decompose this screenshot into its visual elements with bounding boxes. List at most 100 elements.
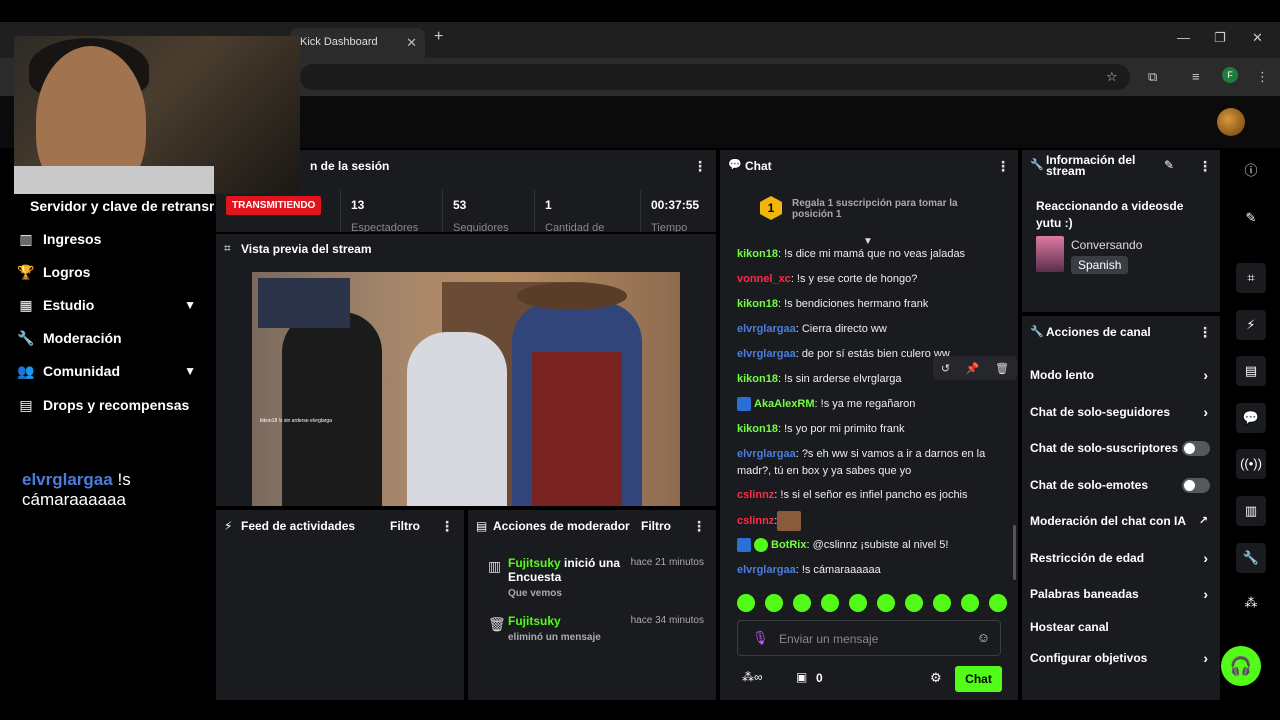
toggle-switch[interactable]: [1182, 441, 1210, 456]
wrench-icon[interactable]: 🔧: [1236, 543, 1266, 573]
category-name[interactable]: Conversando: [1071, 238, 1142, 252]
emote-icon[interactable]: [877, 594, 895, 612]
chat-username[interactable]: AkaAlexRM: [754, 398, 815, 410]
sidebar-item-logros[interactable]: 🏆 Logros: [16, 260, 202, 284]
chat-username[interactable]: BotRix: [771, 539, 806, 551]
mod-filter-button[interactable]: Filtro: [641, 519, 671, 533]
chat-message[interactable]: cslinnz: !s si el señor es infiel pancho…: [737, 487, 1007, 504]
emote-icon[interactable]: [989, 594, 1007, 612]
chat-icon[interactable]: 💬: [1236, 403, 1266, 433]
emote-icon[interactable]: [737, 594, 755, 612]
emoji-icon[interactable]: ☺: [977, 630, 990, 645]
emote-icon[interactable]: [821, 594, 839, 612]
mic-icon[interactable]: 🎙: [752, 630, 769, 646]
user-avatar[interactable]: [1217, 108, 1245, 136]
notes-icon[interactable]: ▤: [1236, 356, 1266, 386]
channel-action-item[interactable]: Chat de solo-suscriptores: [1030, 441, 1212, 461]
emote-icon[interactable]: [933, 594, 951, 612]
sidebar-item-comunidad[interactable]: 👥 Comunidad ▼: [16, 359, 202, 383]
toggle-switch[interactable]: [1182, 478, 1210, 493]
gear-icon[interactable]: ⚙: [930, 670, 942, 686]
kebab-menu-icon[interactable]: ⋮: [1198, 324, 1212, 341]
chat-input[interactable]: 🎙 Enviar un mensaje ☺: [737, 620, 1001, 656]
channel-action-item[interactable]: Hostear canal: [1030, 620, 1212, 640]
chat-username[interactable]: vonnel_xc: [737, 273, 791, 285]
sidebar-item-drops[interactable]: ▤ Drops y recompensas: [16, 393, 202, 417]
mod-user[interactable]: Fujitsuky: [508, 556, 561, 570]
chat-message[interactable]: kikon18: !s bendiciones hermano frank: [737, 296, 1007, 313]
chat-username[interactable]: elvrglargaa: [737, 448, 796, 460]
restore-icon[interactable]: ❐: [1214, 30, 1226, 46]
capture-icon[interactable]: ⌗: [1236, 263, 1266, 293]
media-icon[interactable]: ≡: [1192, 69, 1200, 84]
emote-icon[interactable]: [793, 594, 811, 612]
edit-icon[interactable]: ✎: [1236, 203, 1266, 233]
chat-message[interactable]: AkaAlexRM: !s ya me regañaron: [737, 396, 1007, 413]
chat-username[interactable]: kikon18: [737, 373, 778, 385]
kebab-menu-icon[interactable]: ⋮: [692, 518, 706, 535]
community-icon[interactable]: ⁂: [1236, 588, 1266, 618]
chat-message[interactable]: vonnel_xc: !s y ese corte de hongo?: [737, 271, 1007, 288]
emote-icon[interactable]: [849, 594, 867, 612]
sidebar-item-ingresos[interactable]: ▥ Ingresos: [16, 227, 202, 251]
broadcast-icon[interactable]: ((•)): [1236, 449, 1266, 479]
sidebar-section-title[interactable]: Servidor y clave de retransmisión: [30, 198, 214, 214]
store-icon[interactable]: ▣: [796, 670, 807, 684]
feed-filter-button[interactable]: Filtro: [390, 519, 420, 533]
channel-action-item[interactable]: Modo lento ›: [1030, 367, 1212, 388]
chat-message[interactable]: elvrglargaa: Cierra directo ww: [737, 321, 1007, 338]
chat-message[interactable]: elvrglargaa: ?s eh ww si vamos a ir a da…: [737, 446, 1007, 480]
minimize-icon[interactable]: —: [1177, 30, 1190, 45]
emote-icon[interactable]: [961, 594, 979, 612]
chat-username[interactable]: cslinnz: [737, 489, 774, 501]
kebab-menu-icon[interactable]: ⋮: [996, 158, 1010, 175]
chat-message[interactable]: cslinnz:: [737, 511, 1007, 531]
chat-username[interactable]: elvrglargaa: [737, 564, 796, 576]
chat-message[interactable]: elvrglargaa: !s cámaraaaaaa: [737, 562, 1007, 579]
points-icon[interactable]: ⁂∞: [742, 670, 763, 684]
sidebar-item-estudio[interactable]: ▦ Estudio ▼: [16, 293, 202, 317]
chat-message[interactable]: BotRix: @cslinnz ¡subiste al nivel 5!: [737, 537, 1007, 554]
kebab-menu-icon[interactable]: ⋮: [440, 518, 454, 535]
chat-message[interactable]: kikon18: !s yo por mi primito frank: [737, 421, 1007, 438]
emote-icon[interactable]: [765, 594, 783, 612]
close-tab-icon[interactable]: ✕: [406, 35, 417, 51]
extensions-icon[interactable]: ⧉: [1148, 69, 1157, 85]
pin-icon[interactable]: 📌: [966, 362, 980, 375]
bolt-icon[interactable]: ⚡: [1236, 310, 1266, 340]
sidebar-item-moderacion[interactable]: 🔧 Moderación: [16, 326, 202, 350]
chat-username[interactable]: kikon18: [737, 248, 778, 260]
url-input[interactable]: [300, 64, 1130, 90]
kebab-menu-icon[interactable]: ⋮: [1198, 158, 1212, 175]
channel-action-item[interactable]: Configurar objetivos ›: [1030, 650, 1212, 671]
new-tab-icon[interactable]: +: [434, 28, 443, 46]
emote-icon[interactable]: [905, 594, 923, 612]
stream-video[interactable]: kikon18 !s sin arderse elvrglarga: [252, 272, 680, 506]
chat-username[interactable]: elvrglargaa: [737, 323, 796, 335]
close-window-icon[interactable]: ✕: [1252, 30, 1263, 46]
chat-scrollbar[interactable]: [1013, 525, 1016, 580]
chat-username[interactable]: kikon18: [737, 423, 778, 435]
bookmark-star-icon[interactable]: ☆: [1106, 69, 1118, 85]
chat-message[interactable]: kikon18: !s dice mi mamá que no veas jal…: [737, 246, 1007, 263]
undo-icon[interactable]: ↺: [941, 362, 950, 375]
send-chat-button[interactable]: Chat: [955, 666, 1002, 692]
browser-tab[interactable]: Kick Dashboard ✕: [290, 28, 425, 58]
kebab-menu-icon[interactable]: ⋮: [693, 158, 707, 175]
support-button[interactable]: 🎧: [1221, 646, 1261, 686]
info-icon[interactable]: ⓘ: [1236, 156, 1266, 186]
browser-menu-icon[interactable]: ⋮: [1256, 69, 1269, 85]
profile-avatar[interactable]: F: [1222, 67, 1238, 83]
chat-username[interactable]: kikon18: [737, 298, 778, 310]
channel-action-item[interactable]: Chat de solo-seguidores ›: [1030, 404, 1212, 425]
layout-icon[interactable]: ▥: [1236, 496, 1266, 526]
chat-username[interactable]: elvrglargaa: [737, 348, 796, 360]
chat-username[interactable]: cslinnz: [737, 515, 774, 527]
delete-icon[interactable]: 🗑: [995, 362, 1009, 375]
channel-action-item[interactable]: Moderación del chat con IA ↗: [1030, 514, 1212, 534]
edit-icon[interactable]: ✎: [1164, 158, 1174, 172]
channel-action-item[interactable]: Restricción de edad ›: [1030, 550, 1212, 571]
channel-action-item[interactable]: Palabras baneadas ›: [1030, 586, 1212, 607]
channel-action-item[interactable]: Chat de solo-emotes: [1030, 478, 1212, 498]
mod-user[interactable]: Fujitsuky: [508, 614, 561, 628]
